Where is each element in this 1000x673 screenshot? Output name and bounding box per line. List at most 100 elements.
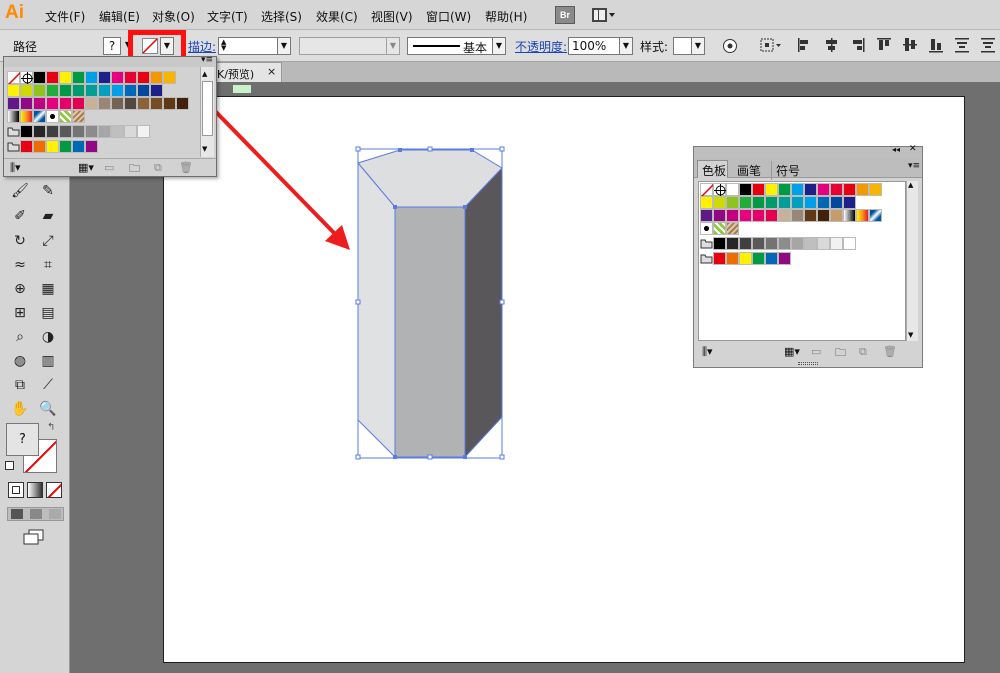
panel-swatch[interactable] <box>739 196 752 209</box>
tab-brushes[interactable]: 画笔 <box>733 161 765 180</box>
panel-library-icon[interactable]: ⫼▾ <box>702 345 713 359</box>
none-mode-button[interactable] <box>46 482 62 498</box>
popup-group-swatch[interactable] <box>85 140 98 153</box>
popup-swatch[interactable] <box>85 97 98 110</box>
popup-gray-swatch[interactable] <box>72 125 85 138</box>
style-dropdown-icon[interactable]: ▼ <box>691 37 705 55</box>
popup-swatch[interactable] <box>20 84 33 97</box>
popup-swatch[interactable] <box>163 97 176 110</box>
panel-swatch[interactable] <box>713 196 726 209</box>
panel-gray-swatch[interactable] <box>791 237 804 250</box>
popup-group-swatch[interactable] <box>20 140 33 153</box>
popup-swatch[interactable] <box>150 84 163 97</box>
rotate-tool-icon[interactable]: ↻ <box>10 232 30 250</box>
panel-swatch[interactable] <box>778 183 791 196</box>
registration-swatch-icon[interactable] <box>713 183 727 197</box>
popup-swatch[interactable] <box>111 97 124 110</box>
panel-swatch[interactable] <box>713 209 726 222</box>
gradient-swatch-bw[interactable] <box>843 209 856 222</box>
mesh-tool-icon[interactable]: ⊞ <box>10 304 30 322</box>
pattern-swatch-dots[interactable] <box>700 222 713 235</box>
gradient-swatch-blue[interactable] <box>869 209 882 222</box>
popup-group-swatch[interactable] <box>72 140 85 153</box>
popup-swatch[interactable] <box>137 71 150 84</box>
popup-gray-swatch[interactable] <box>111 125 124 138</box>
none-swatch-icon[interactable] <box>700 183 715 198</box>
stroke-label[interactable]: 描边: <box>188 38 216 55</box>
panel-swatch[interactable] <box>726 196 739 209</box>
width-tool-icon[interactable]: ≈ <box>10 256 30 274</box>
panel-gray-swatch[interactable] <box>713 237 726 250</box>
blend-tool-icon[interactable]: ◑ <box>38 328 58 346</box>
panel-group-swatch[interactable] <box>739 252 752 265</box>
panel-swatch[interactable] <box>791 196 804 209</box>
color-group-folder-icon[interactable] <box>700 237 713 250</box>
popup-swatch[interactable] <box>137 97 150 110</box>
default-colors-icon[interactable] <box>5 461 14 470</box>
panel-swatch[interactable] <box>843 183 856 196</box>
popup-swatch[interactable] <box>59 97 72 110</box>
menu-file[interactable]: 文件(F) <box>45 8 85 25</box>
pattern-swatch-leaves[interactable] <box>59 110 72 123</box>
new-swatch-icon[interactable]: ⧉ <box>154 161 162 175</box>
popup-swatch[interactable] <box>137 84 150 97</box>
popup-swatch[interactable] <box>176 97 189 110</box>
profile-dropdown-icon[interactable]: ▼ <box>386 37 400 55</box>
gradient-swatch-orange[interactable] <box>20 110 33 123</box>
stroke-weight-dropdown-icon[interactable]: ▼ <box>277 37 291 55</box>
align-buttons-icon[interactable] <box>795 36 1000 54</box>
brush-definition-field[interactable]: 基本 <box>407 37 493 55</box>
paintbrush-tool-icon[interactable]: 🖌 <box>10 182 30 200</box>
popup-swatch[interactable] <box>111 84 124 97</box>
menu-type[interactable]: 文字(T) <box>207 8 248 25</box>
eraser-tool-icon[interactable]: ▰ <box>38 207 58 225</box>
stroke-stepper-icon[interactable]: ▲ ▼ <box>221 39 226 52</box>
panel-resize-grip[interactable] <box>798 362 818 365</box>
panel-gray-swatch[interactable] <box>739 237 752 250</box>
scroll-up-icon[interactable]: ▲ <box>202 70 207 78</box>
column-graph-tool-icon[interactable]: ▥ <box>38 352 58 370</box>
scroll-down-icon[interactable]: ▼ <box>202 145 207 153</box>
panel-swatch[interactable] <box>739 209 752 222</box>
panel-swatch[interactable] <box>778 196 791 209</box>
tab-swatches[interactable]: 色板 <box>697 160 728 178</box>
panel-swatch[interactable] <box>752 196 765 209</box>
hexagonal-prism-artwork[interactable] <box>350 140 515 465</box>
panel-swatch[interactable] <box>752 209 765 222</box>
panel-group-swatch[interactable] <box>778 252 791 265</box>
color-group-folder-icon[interactable] <box>7 140 20 153</box>
panel-gray-swatch[interactable] <box>778 237 791 250</box>
free-transform-tool-icon[interactable]: ⌗ <box>38 256 58 274</box>
gradient-tool-icon[interactable]: ▤ <box>38 304 58 322</box>
panel-swatch[interactable] <box>791 209 804 222</box>
blob-brush-tool-icon[interactable]: ✐ <box>10 207 30 225</box>
panel-group-swatch[interactable] <box>713 252 726 265</box>
graphic-style-swatch[interactable] <box>673 37 692 55</box>
menu-help[interactable]: 帮助(H) <box>485 8 527 25</box>
swatch-library-icon[interactable]: ⫼▾ <box>10 161 21 175</box>
popup-swatch[interactable] <box>150 97 163 110</box>
panel-scroll-up-icon[interactable]: ▲ <box>908 181 913 189</box>
panel-swatch[interactable] <box>791 183 804 196</box>
popup-swatch[interactable] <box>33 84 46 97</box>
none-swatch-icon[interactable] <box>7 71 22 86</box>
hand-tool-icon[interactable]: ✋ <box>10 400 30 418</box>
popup-menu-icon[interactable]: ▾≡ <box>201 55 213 65</box>
popup-gray-swatch[interactable] <box>20 125 33 138</box>
fill-color-swatch[interactable]: ? <box>103 37 121 55</box>
draw-inside-icon[interactable] <box>49 509 61 519</box>
panel-scrollbar[interactable]: ▲ ▼ <box>906 181 918 341</box>
popup-gray-swatch[interactable] <box>46 125 59 138</box>
panel-gray-swatch[interactable] <box>804 237 817 250</box>
color-mode-button[interactable] <box>8 482 24 498</box>
gradient-swatch-orange[interactable] <box>856 209 869 222</box>
panel-swatch[interactable] <box>765 209 778 222</box>
workspace-switcher-icon[interactable] <box>592 8 616 22</box>
panel-gray-swatch[interactable] <box>765 237 778 250</box>
shape-builder-tool-icon[interactable]: ⊕ <box>10 280 30 298</box>
panel-swatch[interactable] <box>765 196 778 209</box>
panel-swatch[interactable] <box>843 196 856 209</box>
popup-group-swatch[interactable] <box>33 140 46 153</box>
registration-swatch-icon[interactable] <box>20 71 34 85</box>
panel-swatch[interactable] <box>830 209 843 222</box>
